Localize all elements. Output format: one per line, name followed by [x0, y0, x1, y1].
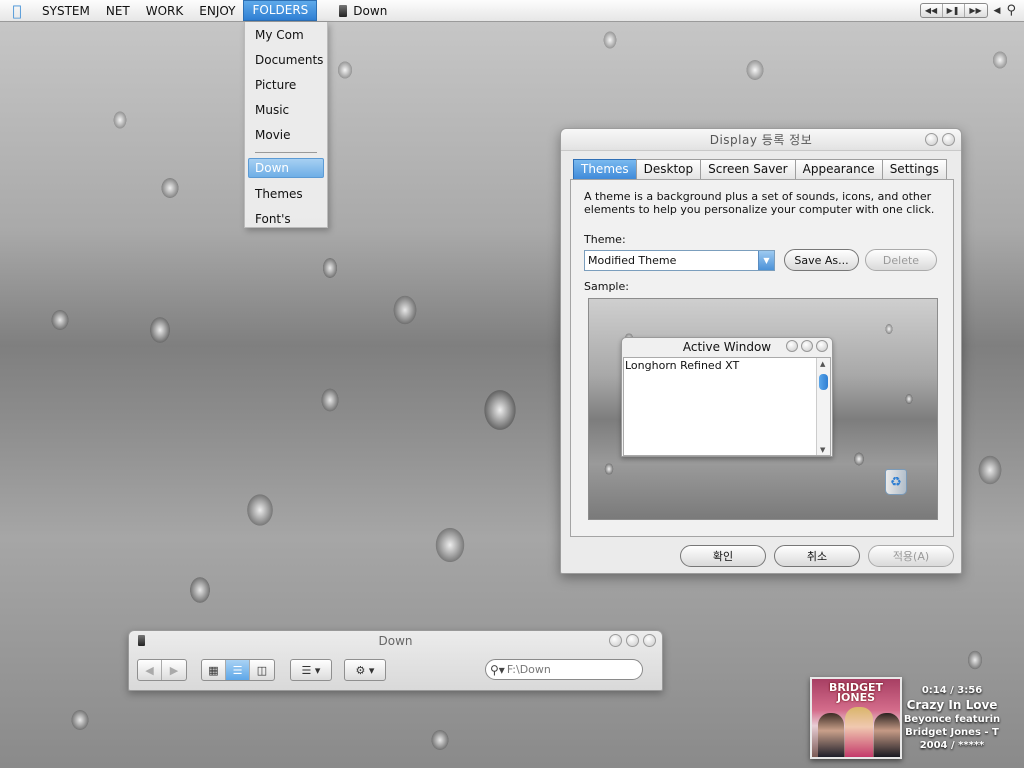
menu-bar:  SYSTEM NET WORK ENJOY FOLDERS Down ◀◀ …	[0, 0, 1024, 22]
finder-window: Down ◀ ▶ ▦ ☰ ◫ ☰ ▾ ⚙ ▾ ⚲▾ F:\Down	[128, 630, 663, 691]
themes-panel: A theme is a background plus a set of so…	[570, 179, 954, 537]
volume-arrow-icon[interactable]: ◀	[994, 6, 1001, 16]
sample-window-buttons	[786, 340, 828, 352]
window-buttons	[925, 133, 955, 146]
gear-icon: ⚙ ▾	[355, 663, 375, 677]
previous-track-icon[interactable]: ◀◀	[921, 4, 943, 17]
chevron-down-icon[interactable]: ▼	[758, 251, 774, 270]
display-properties-dialog: Display 등록 정보 Themes Desktop Screen Save…	[560, 128, 962, 574]
sample-minimize-icon	[786, 340, 798, 352]
finder-search-text: F:\Down	[506, 663, 551, 676]
close-button[interactable]	[942, 133, 955, 146]
scroll-down-icon: ▼	[820, 446, 826, 454]
sample-maximize-icon	[801, 340, 813, 352]
theme-description: A theme is a background plus a set of so…	[584, 190, 935, 216]
list-view-icon[interactable]: ☰	[226, 660, 250, 680]
finder-minimize-button[interactable]	[609, 634, 622, 647]
finder-title: Down	[378, 634, 413, 648]
folders-menu: My Com Documents Picture Music Movie Dow…	[244, 22, 328, 228]
column-view-icon[interactable]: ◫	[250, 660, 274, 680]
theme-select[interactable]: Modified Theme ▼	[584, 250, 775, 271]
theme-sample-preview: Active Window Longhorn Refined XT ▲ ▼ ♻	[588, 298, 938, 520]
menu-folders[interactable]: FOLDERS	[243, 0, 318, 21]
menu-item-my-com[interactable]: My Com	[245, 23, 327, 48]
tab-desktop[interactable]: Desktop	[635, 159, 702, 179]
track-time: 0:14 / 3:56	[921, 685, 983, 696]
finder-search-field[interactable]: ⚲▾ F:\Down	[485, 659, 643, 680]
apply-button[interactable]: 적용(A)	[868, 545, 954, 567]
icon-view-icon[interactable]: ▦	[202, 660, 226, 680]
tab-bar: Themes Desktop Screen Saver Appearance S…	[573, 159, 947, 179]
view-mode-buttons: ▦ ☰ ◫	[201, 659, 275, 681]
cancel-button[interactable]: 취소	[774, 545, 860, 567]
track-title: Crazy In Love	[906, 698, 998, 712]
now-playing-info: 0:14 / 3:56 Crazy In Love Beyonce featur…	[903, 684, 1001, 752]
tab-appearance[interactable]: Appearance	[794, 159, 883, 179]
action-menu[interactable]: ⚙ ▾	[344, 659, 386, 681]
scroll-thumb	[819, 374, 828, 390]
arrange-icon: ☰ ▾	[301, 663, 321, 677]
menu-item-movie[interactable]: Movie	[245, 123, 327, 148]
theme-label: Theme:	[584, 233, 626, 246]
scroll-up-icon: ▲	[820, 360, 826, 368]
current-folder-title[interactable]: Down	[339, 4, 387, 18]
ok-button[interactable]: 확인	[680, 545, 766, 567]
finder-maximize-button[interactable]	[626, 634, 639, 647]
sample-window-body: Longhorn Refined XT ▲ ▼	[623, 357, 831, 456]
cover-figure	[818, 713, 844, 757]
cover-figure	[845, 707, 873, 757]
search-icon: ⚲▾	[490, 662, 505, 677]
tab-themes[interactable]: Themes	[573, 159, 637, 179]
dialog-title: Display 등록 정보	[709, 133, 813, 147]
back-arrow-icon[interactable]: ◀	[138, 660, 162, 680]
album-cover-title: BRIDGET JONES	[828, 681, 884, 704]
menubar-controls: ◀◀ ▶❚ ▶▶ ◀ ⚲	[919, 3, 1016, 18]
document-icon	[339, 4, 348, 17]
back-forward-buttons: ◀ ▶	[137, 659, 187, 681]
apple-menu-icon[interactable]: 	[0, 2, 34, 20]
sample-scrollbar: ▲ ▼	[816, 358, 830, 455]
forward-arrow-icon[interactable]: ▶	[162, 660, 186, 680]
track-album: Bridget Jones - T	[905, 727, 999, 738]
cover-figure	[874, 713, 900, 757]
menu-system[interactable]: SYSTEM	[34, 0, 98, 22]
finder-window-buttons	[609, 634, 656, 647]
menu-item-documents[interactable]: Documents	[245, 48, 327, 73]
spotlight-search-icon[interactable]: ⚲	[1006, 3, 1016, 18]
menu-net[interactable]: NET	[98, 0, 138, 22]
menu-separator	[255, 152, 317, 153]
sample-active-window: Active Window Longhorn Refined XT ▲ ▼	[621, 337, 833, 457]
finder-close-button[interactable]	[643, 634, 656, 647]
menu-item-picture[interactable]: Picture	[245, 73, 327, 98]
finder-titlebar[interactable]: Down	[129, 631, 662, 651]
menu-work[interactable]: WORK	[138, 0, 192, 22]
sample-window-title: Active Window	[622, 338, 832, 356]
save-as-button[interactable]: Save As...	[784, 249, 859, 271]
album-cover[interactable]: BRIDGET JONES	[810, 677, 902, 759]
menu-enjoy[interactable]: ENJOY	[191, 0, 243, 22]
track-artist: Beyonce featurin	[903, 714, 1001, 725]
document-icon	[138, 635, 145, 646]
menu-item-themes[interactable]: Themes	[245, 182, 327, 207]
sample-label: Sample:	[584, 280, 629, 293]
tab-screen-saver[interactable]: Screen Saver	[700, 159, 796, 179]
recycle-bin-icon: ♻	[885, 469, 907, 495]
arrange-menu[interactable]: ☰ ▾	[290, 659, 332, 681]
sample-close-icon	[816, 340, 828, 352]
delete-button[interactable]: Delete	[865, 249, 937, 271]
next-track-icon[interactable]: ▶▶	[965, 4, 987, 17]
media-controls: ◀◀ ▶❚ ▶▶	[919, 3, 988, 18]
menu-item-down[interactable]: Down	[248, 158, 324, 178]
dialog-titlebar[interactable]: Display 등록 정보	[561, 129, 961, 151]
help-button[interactable]	[925, 133, 938, 146]
menu-item-music[interactable]: Music	[245, 98, 327, 123]
current-folder-label: Down	[353, 3, 388, 18]
play-pause-icon[interactable]: ▶❚	[943, 4, 965, 17]
menu-item-fonts[interactable]: Font's	[245, 207, 327, 232]
track-year-rating: 2004 / *****	[919, 740, 985, 751]
theme-select-value: Modified Theme	[588, 254, 677, 267]
tab-settings[interactable]: Settings	[881, 159, 947, 179]
sample-window-text: Longhorn Refined XT	[625, 359, 740, 372]
